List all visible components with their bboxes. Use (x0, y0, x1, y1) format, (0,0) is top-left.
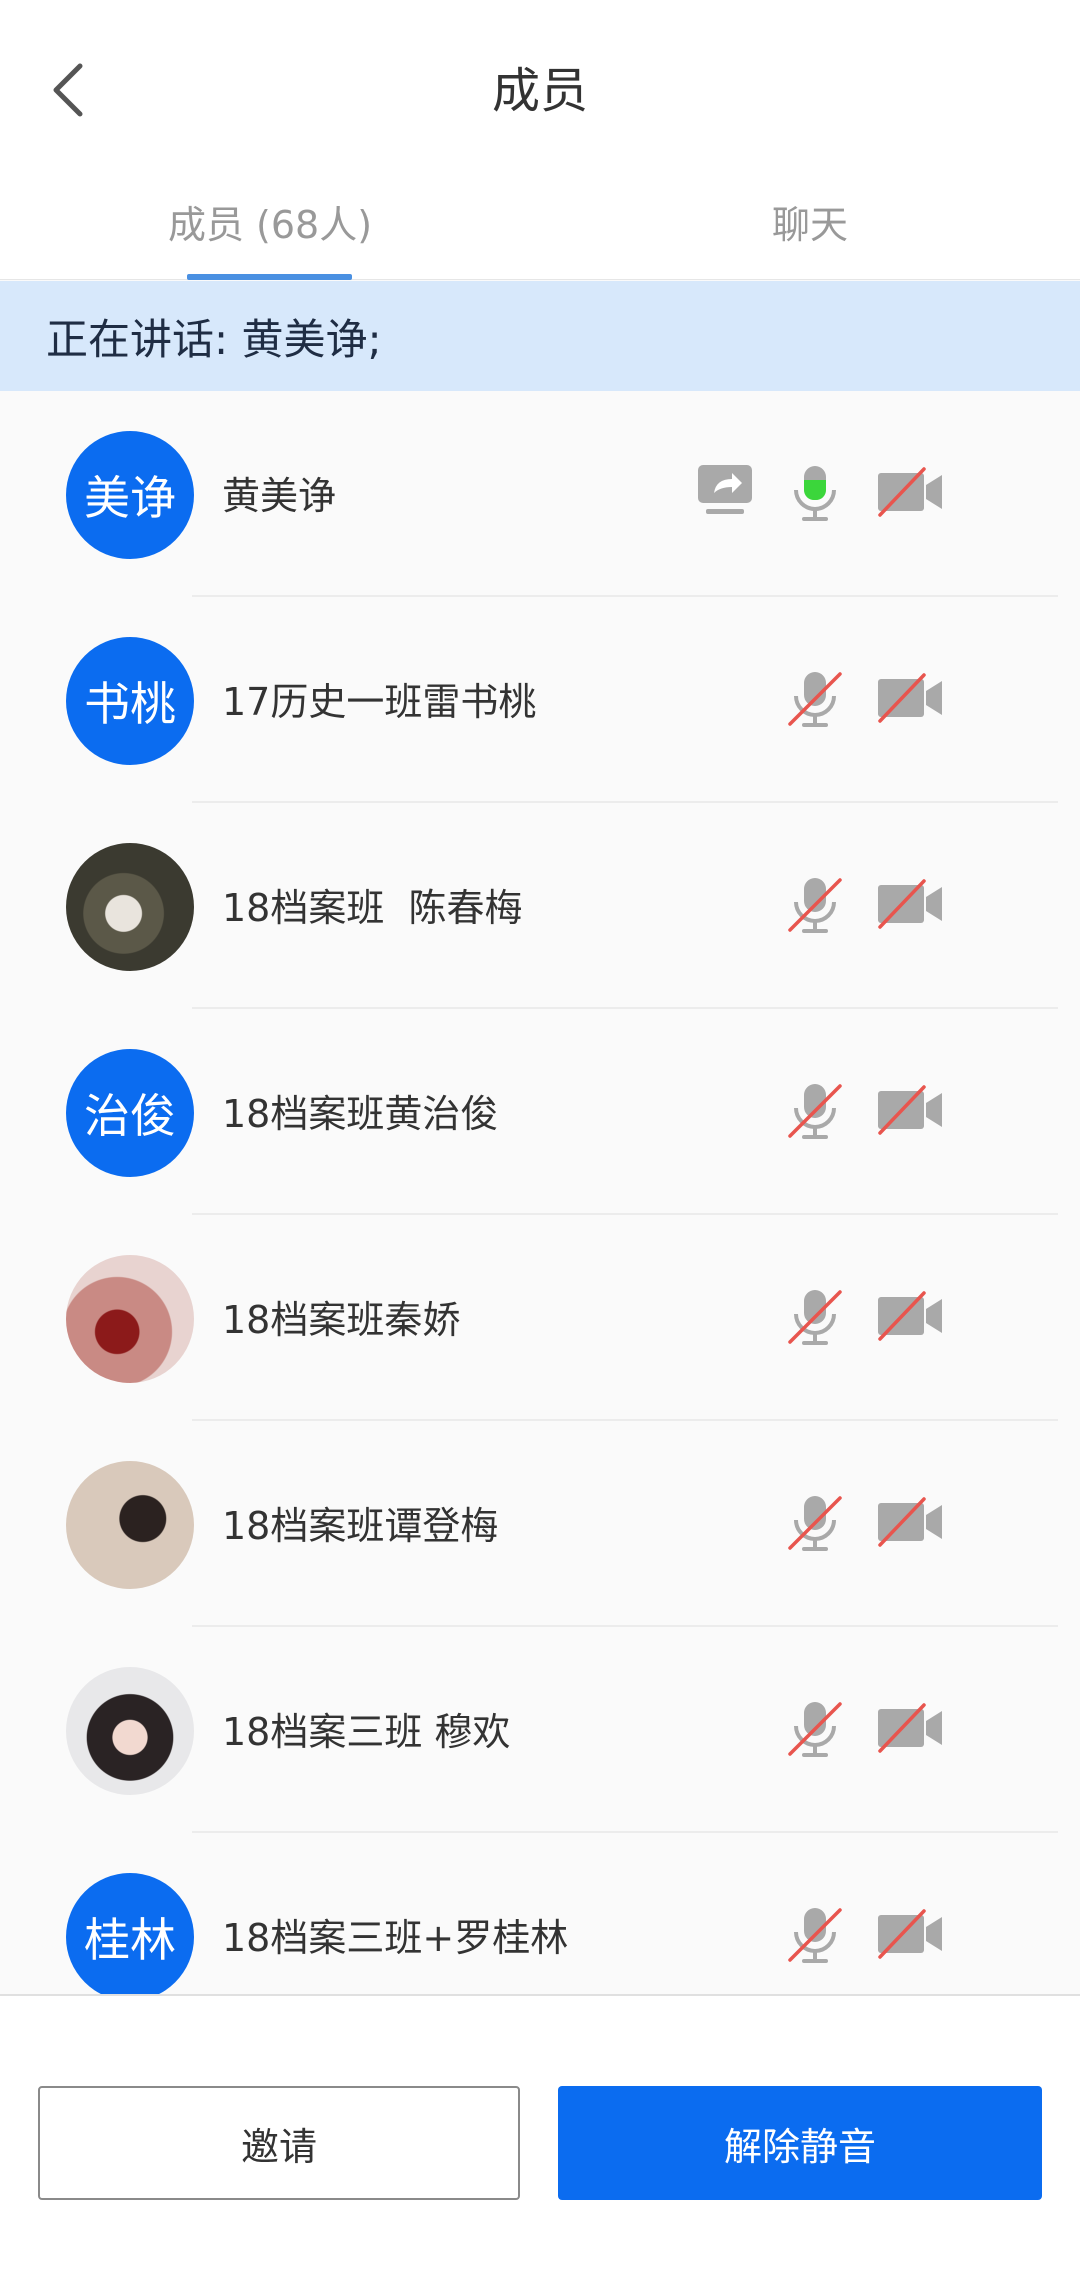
member-row[interactable]: 书桃 17历史一班雷书桃 (0, 597, 1080, 803)
camera-off-icon[interactable] (870, 869, 950, 939)
unmute-button[interactable]: 解除静音 (558, 2086, 1042, 2200)
microphone-muted-icon[interactable] (780, 663, 850, 733)
member-row[interactable]: 18档案班 陈春梅 (0, 803, 1080, 1009)
avatar (66, 843, 194, 971)
member-name: 18档案班秦娇 (222, 1298, 461, 1342)
member-row[interactable]: 桂林 18档案三班+罗桂林 (0, 1833, 1080, 1994)
avatar: 书桃 (66, 637, 194, 765)
member-name: 18档案班黄治俊 (222, 1092, 499, 1136)
avatar (66, 1255, 194, 1383)
header: 成员 (0, 0, 1080, 170)
members-screen: 成员 成员 (68人) 聊天 正在讲话: 黄美诤; 美诤 黄美诤书桃 17历史一班雷… (0, 0, 1080, 2275)
member-name: 18档案三班 穆欢 (222, 1710, 511, 1754)
screen-share-icon[interactable] (690, 457, 760, 527)
tab-members[interactable]: 成员 (68人) (130, 190, 410, 260)
member-row[interactable]: 美诤 黄美诤 (0, 391, 1080, 597)
camera-off-icon[interactable] (870, 457, 950, 527)
member-name: 18档案班 陈春梅 (222, 886, 523, 930)
member-name: 18档案三班+罗桂林 (222, 1916, 569, 1960)
microphone-muted-icon[interactable] (780, 1487, 850, 1557)
member-list[interactable]: 美诤 黄美诤书桃 17历史一班雷书桃 18档案班 陈春梅治俊 18档案班黄治俊 18档案班… (0, 391, 1080, 1994)
member-name: 17历史一班雷书桃 (222, 680, 537, 724)
member-name: 18档案班谭登梅 (222, 1504, 499, 1548)
page-title: 成员 (491, 63, 588, 119)
avatar: 桂林 (66, 1873, 194, 1994)
avatar (66, 1667, 194, 1795)
speaking-banner: 正在讲话: 黄美诤; (0, 281, 1080, 391)
camera-off-icon[interactable] (870, 1281, 950, 1351)
tab-chat[interactable]: 聊天 (700, 190, 920, 260)
microphone-muted-icon[interactable] (780, 1899, 850, 1969)
camera-off-icon[interactable] (870, 1899, 950, 1969)
microphone-muted-icon[interactable] (780, 1075, 850, 1145)
avatar: 美诤 (66, 431, 194, 559)
active-tab-indicator (187, 274, 352, 280)
camera-off-icon[interactable] (870, 1075, 950, 1145)
camera-off-icon[interactable] (870, 663, 950, 733)
camera-off-icon[interactable] (870, 1693, 950, 1763)
camera-off-icon[interactable] (870, 1487, 950, 1557)
microphone-muted-icon[interactable] (780, 869, 850, 939)
footer: 邀请 解除静音 (0, 1994, 1080, 2275)
member-row[interactable]: 治俊 18档案班黄治俊 (0, 1009, 1080, 1215)
avatar (66, 1461, 194, 1589)
member-row[interactable]: 18档案班谭登梅 (0, 1421, 1080, 1627)
member-row[interactable]: 18档案班秦娇 (0, 1215, 1080, 1421)
member-name: 黄美诤 (222, 474, 337, 518)
speaking-text: 正在讲话: 黄美诤; (46, 314, 382, 364)
invite-button[interactable]: 邀请 (38, 2086, 520, 2200)
tab-bar: 成员 (68人) 聊天 (0, 170, 1080, 280)
microphone-active-icon[interactable] (780, 457, 850, 527)
microphone-muted-icon[interactable] (780, 1281, 850, 1351)
member-row[interactable]: 18档案三班 穆欢 (0, 1627, 1080, 1833)
microphone-muted-icon[interactable] (780, 1693, 850, 1763)
avatar: 治俊 (66, 1049, 194, 1177)
